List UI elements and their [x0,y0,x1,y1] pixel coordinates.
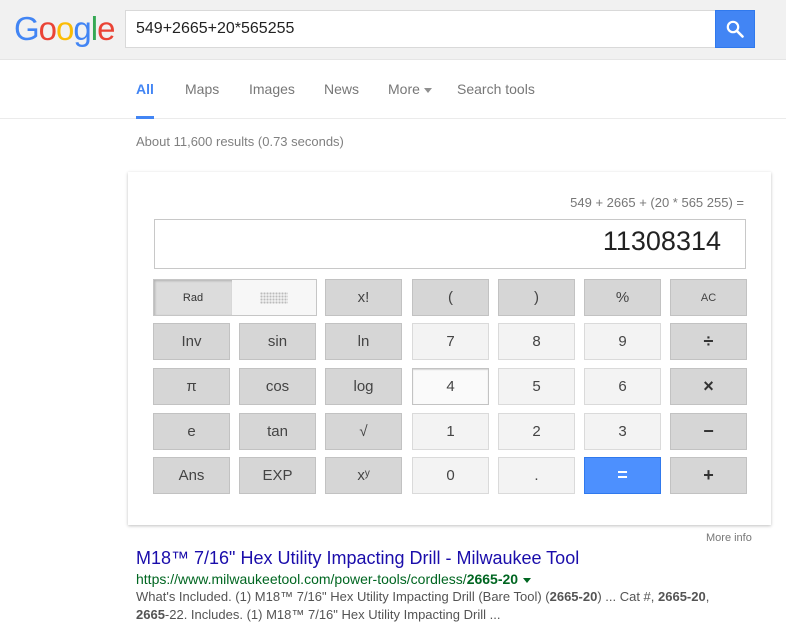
calculator-card: 549 + 2665 + (20 * 565 255) = 11308314 R… [128,172,771,525]
equals-key[interactable]: = [584,457,661,494]
chevron-down-icon [423,87,432,93]
digit-1-key[interactable]: 1 [412,413,489,450]
google-logo[interactable]: Google [14,10,115,47]
tab-search-tools[interactable]: Search tools [457,81,535,97]
url-options-chevron-icon[interactable] [523,577,532,583]
rad-button[interactable]: Rad [154,280,232,315]
search-input[interactable] [136,11,696,47]
header: Google [0,0,786,60]
digit-0-key[interactable]: 0 [412,457,489,494]
digit-4-key[interactable]: 4 [412,368,489,405]
snippet-part-3: , [705,589,710,604]
snippet-part-2: ) ... Cat #, [597,589,659,604]
digit-8-key[interactable]: 8 [498,323,575,360]
snippet-bold-1: 2665-20 [549,589,598,604]
deg-placeholder-dots [260,291,288,304]
exp-key[interactable]: EXP [239,457,316,494]
result-url: https://www.milwaukeetool.com/power-tool… [136,571,532,587]
tan-key[interactable]: tan [239,413,316,450]
search-icon [726,20,744,38]
search-button[interactable] [715,10,755,48]
logo-letter: e [97,10,115,47]
more-info-link[interactable]: More info [706,532,752,544]
snippet-part-1: What's Included. (1) M18™ 7/16" Hex Util… [136,589,550,604]
tab-images[interactable]: Images [249,81,295,97]
subtract-key[interactable]: − [670,413,747,450]
logo-letter: o [38,10,57,47]
digit-5-key[interactable]: 5 [498,368,575,405]
pi-key[interactable]: π [153,368,230,405]
search-box[interactable] [125,10,716,48]
active-tab-indicator [136,116,154,119]
search-tabs: All Maps Images News More Search tools [0,60,786,119]
close-paren-key[interactable]: ) [498,279,575,316]
tab-more-label: More [388,81,420,97]
angle-mode-toggle[interactable]: Rad [153,279,317,316]
calculator-result: 11308314 [602,226,721,256]
factorial-key[interactable]: x! [325,279,402,316]
tab-news[interactable]: News [324,81,359,97]
multiply-key[interactable]: × [670,368,747,405]
ans-key[interactable]: Ans [153,457,230,494]
calculator-expression: 549 + 2665 + (20 * 565 255) = [570,195,744,210]
tab-more[interactable]: More [388,81,432,97]
all-clear-key[interactable]: AC [670,279,747,316]
divide-key[interactable]: ÷ [670,323,747,360]
result-url-prefix: https://www.milwaukeetool.com/power-tool… [136,571,467,587]
snippet-bold-3: 2665 [136,607,165,622]
decimal-key[interactable]: . [498,457,575,494]
digit-6-key[interactable]: 6 [584,368,661,405]
sqrt-key[interactable]: √ [325,413,402,450]
result-snippet: What's Included. (1) M18™ 7/16" Hex Util… [136,588,736,624]
ln-key[interactable]: ln [325,323,402,360]
logo-letter: o [56,10,74,47]
open-paren-key[interactable]: ( [412,279,489,316]
result-url-bold: 2665-20 [466,571,519,587]
e-key[interactable]: e [153,413,230,450]
sin-key[interactable]: sin [239,323,316,360]
cos-key[interactable]: cos [239,368,316,405]
power-key[interactable]: xʸ [325,457,402,494]
result-title-link[interactable]: M18™ 7/16" Hex Utility Impacting Drill -… [136,548,579,569]
digit-3-key[interactable]: 3 [584,413,661,450]
snippet-part-4: -22. Includes. (1) M18™ 7/16" Hex Utilit… [164,607,501,622]
digit-7-key[interactable]: 7 [412,323,489,360]
digit-2-key[interactable]: 2 [498,413,575,450]
logo-letter: g [73,10,91,47]
percent-key[interactable]: % [584,279,661,316]
add-key[interactable]: + [670,457,747,494]
inverse-key[interactable]: Inv [153,323,230,360]
calculator-display: 11308314 [154,219,746,269]
logo-letter: G [14,10,40,47]
tab-maps[interactable]: Maps [185,81,219,97]
result-stats: About 11,600 results (0.73 seconds) [136,134,344,149]
log-key[interactable]: log [325,368,402,405]
tab-all[interactable]: All [136,81,154,97]
snippet-bold-2: 2665-20 [658,589,706,604]
deg-button[interactable] [232,280,316,315]
digit-9-key[interactable]: 9 [584,323,661,360]
